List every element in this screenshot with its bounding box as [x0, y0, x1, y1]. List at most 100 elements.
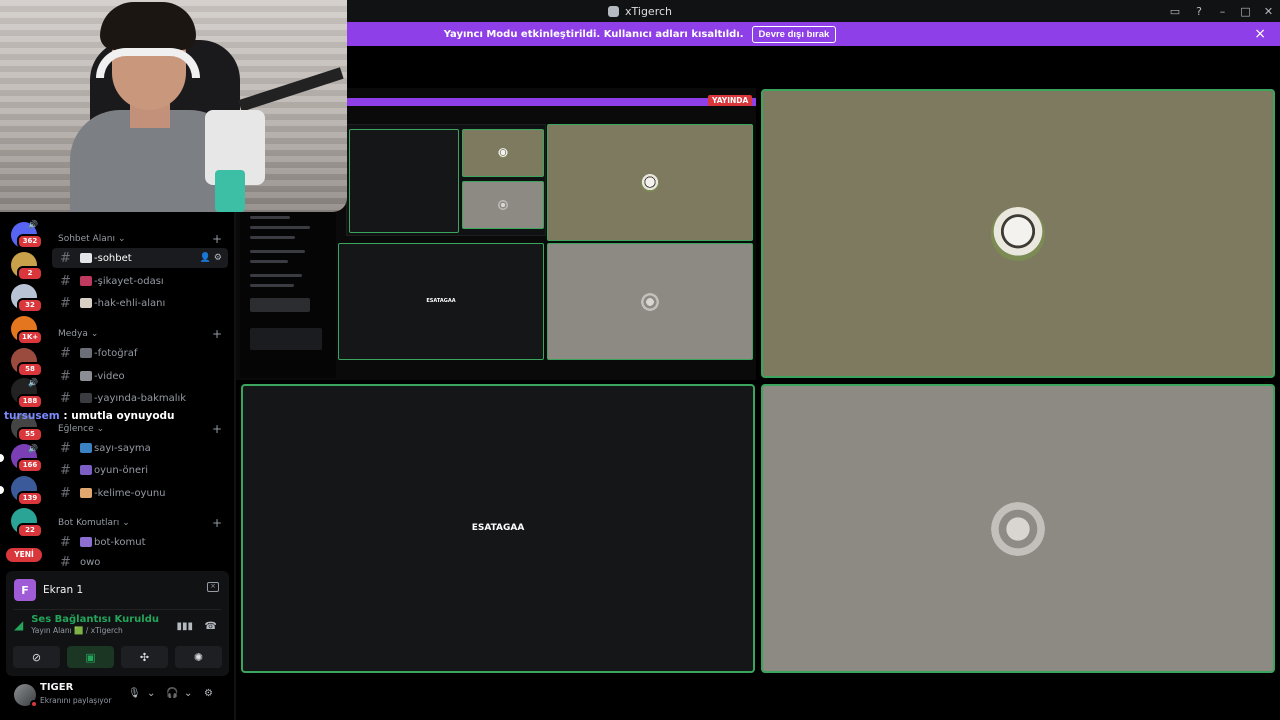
speaker-icon: 🔊	[28, 220, 38, 229]
nested-tile	[462, 181, 544, 229]
mention-badge: 166	[17, 458, 43, 473]
new-badge[interactable]: YENİ	[6, 548, 42, 562]
window-controls: ▭ ? – □ ✕	[1163, 0, 1280, 22]
nested-tile-label: ESATAGAA	[426, 297, 456, 304]
channel-item-oyun-oneri[interactable]: # oyun-öneri	[52, 460, 228, 480]
server-rail: 🔊 362 2 32 1K+ 58 🔊 188 55 🔊 166 139 22 …	[0, 210, 48, 570]
placeholder-line	[250, 226, 310, 229]
banner-message: Yayıncı Modu etkinleştirildi. Kullanıcı …	[443, 28, 744, 40]
placeholder-line	[250, 274, 302, 277]
settings-gear-icon[interactable]: ⚙	[204, 688, 213, 699]
nested-sidebar	[240, 198, 336, 378]
chat-username: tursusem	[4, 410, 60, 422]
cat-avatar	[991, 501, 1045, 556]
participant-tile-cat[interactable]	[761, 384, 1275, 673]
tiger-avatar	[498, 148, 508, 158]
username: TIGER	[40, 682, 74, 693]
channel-label: -sohbet	[94, 252, 132, 264]
mention-badge: 2	[17, 266, 43, 281]
channel-item-owo[interactable]: # owo	[52, 554, 228, 570]
disconnect-icon[interactable]: ☎	[205, 621, 217, 632]
video-icon	[80, 371, 92, 381]
chat-overlay: tursusem : umutla oynuyodu	[4, 410, 175, 422]
category-bot[interactable]: Bot Komutları ⌄	[58, 518, 130, 528]
channel-label: -video	[94, 370, 125, 382]
noise-suppression-icon[interactable]: ▮▮▮	[176, 621, 193, 632]
participant-tile-esatagaa[interactable]: ESATAGAA	[241, 384, 755, 673]
camera-off-button[interactable]: ⊘	[13, 646, 60, 668]
category-sohbet[interactable]: Sohbet Alanı ⌄	[58, 234, 126, 244]
status-indicator	[30, 700, 38, 708]
hash-icon: #	[60, 554, 71, 570]
cat-avatar	[498, 200, 508, 210]
tv-icon	[80, 393, 92, 403]
nested-window	[346, 124, 546, 236]
channel-item-sayi-sayma[interactable]: # sayı-sayma	[52, 438, 228, 458]
hash-icon: #	[60, 462, 71, 478]
channel-list: Sohbet Alanı ⌄ + # -sohbet 👤 ⚙ # -şikaye…	[4, 200, 234, 570]
hash-icon: #	[60, 390, 71, 406]
channel-item-sohbet[interactable]: # -sohbet 👤 ⚙	[52, 248, 228, 268]
voice-action-row: ⊘ ▣ ✣ ✺	[13, 646, 222, 668]
placeholder-line	[250, 298, 310, 312]
channel-item-yayinda-bakmalik[interactable]: # -yayında-bakmalık	[52, 388, 228, 408]
channel-label: owo	[80, 556, 101, 568]
tiger-avatar	[641, 173, 659, 192]
hash-icon: #	[60, 250, 71, 266]
headphones-icon[interactable]: 🎧	[166, 688, 178, 699]
gamepad-icon	[80, 465, 92, 475]
microphone-icon[interactable]: 🎙	[128, 688, 141, 699]
channel-item-hak-ehli[interactable]: # -hak-ehli-alanı	[52, 293, 228, 313]
stop-stream-icon[interactable]: ×	[207, 582, 219, 592]
channel-item-fotograf[interactable]: # -fotoğraf	[52, 343, 228, 363]
placeholder-line	[250, 260, 288, 263]
nested-banner	[346, 98, 756, 106]
category-label: Medya	[58, 329, 88, 339]
app-window: xTigerch ▭ ? – □ ✕ Yayıncı Modu etkinleş…	[0, 0, 1280, 720]
voice-panel: F Ekran 1 × ◢ Ses Bağlantısı Kuruldu Yay…	[6, 571, 229, 676]
chevron-down-icon: ⌄	[117, 234, 126, 244]
channel-item-kelime-oyunu[interactable]: # -kelime-oyunu	[52, 483, 228, 503]
channel-item-video[interactable]: # -video	[52, 366, 228, 386]
chevron-down-icon[interactable]: ⌄	[184, 688, 192, 699]
streamer-hair	[100, 2, 196, 50]
channel-tools[interactable]: 👤 ⚙	[200, 253, 222, 263]
inbox-icon[interactable]: ▭	[1163, 0, 1187, 22]
hash-icon: #	[60, 345, 71, 361]
app-logo-icon	[608, 5, 619, 17]
mic-base	[215, 170, 245, 212]
disable-streamer-mode-button[interactable]: Devre dışı bırak	[751, 25, 837, 43]
channel-item-bot-komut[interactable]: # bot-komut	[52, 532, 228, 552]
category-eglence[interactable]: Eğlence ⌄	[58, 424, 104, 434]
close-window-button[interactable]: ✕	[1257, 0, 1280, 22]
chevron-down-icon[interactable]: ⌄	[147, 688, 155, 699]
add-channel-icon[interactable]: +	[212, 422, 222, 436]
participant-tile-tiger[interactable]	[761, 89, 1275, 378]
mention-badge: 55	[17, 427, 43, 442]
mention-badge: 1K+	[17, 330, 44, 345]
category-label: Bot Komutları	[58, 518, 120, 528]
maximize-button[interactable]: □	[1234, 0, 1257, 22]
close-banner-icon[interactable]: ×	[1254, 26, 1266, 42]
channel-item-sikayet[interactable]: # -şikayet-odası	[52, 271, 228, 291]
soundboard-button[interactable]: ✺	[175, 646, 222, 668]
help-icon[interactable]: ?	[1187, 0, 1211, 22]
nested-tile	[349, 129, 459, 233]
nested-tile: ESATAGAA	[338, 243, 544, 360]
category-label: Eğlence	[58, 424, 94, 434]
channel-label: -fotoğraf	[94, 347, 138, 359]
placeholder-line	[250, 284, 294, 287]
category-medya[interactable]: Medya ⌄	[58, 329, 98, 339]
channel-label: sayı-sayma	[94, 442, 151, 454]
add-channel-icon[interactable]: +	[212, 232, 222, 246]
add-channel-icon[interactable]: +	[212, 516, 222, 530]
mention-badge: 139	[17, 491, 43, 506]
chat-message: : umutla oynuyodu	[59, 410, 175, 422]
voice-connection[interactable]: ◢ Ses Bağlantısı Kuruldu Yayın Alanı 🟩 /…	[14, 614, 159, 635]
writing-hand-icon	[80, 488, 92, 498]
placeholder-line	[250, 328, 322, 350]
minimize-button[interactable]: –	[1211, 0, 1234, 22]
activities-button[interactable]: ✣	[121, 646, 168, 668]
add-channel-icon[interactable]: +	[212, 327, 222, 341]
screen-share-button[interactable]: ▣	[67, 646, 114, 668]
